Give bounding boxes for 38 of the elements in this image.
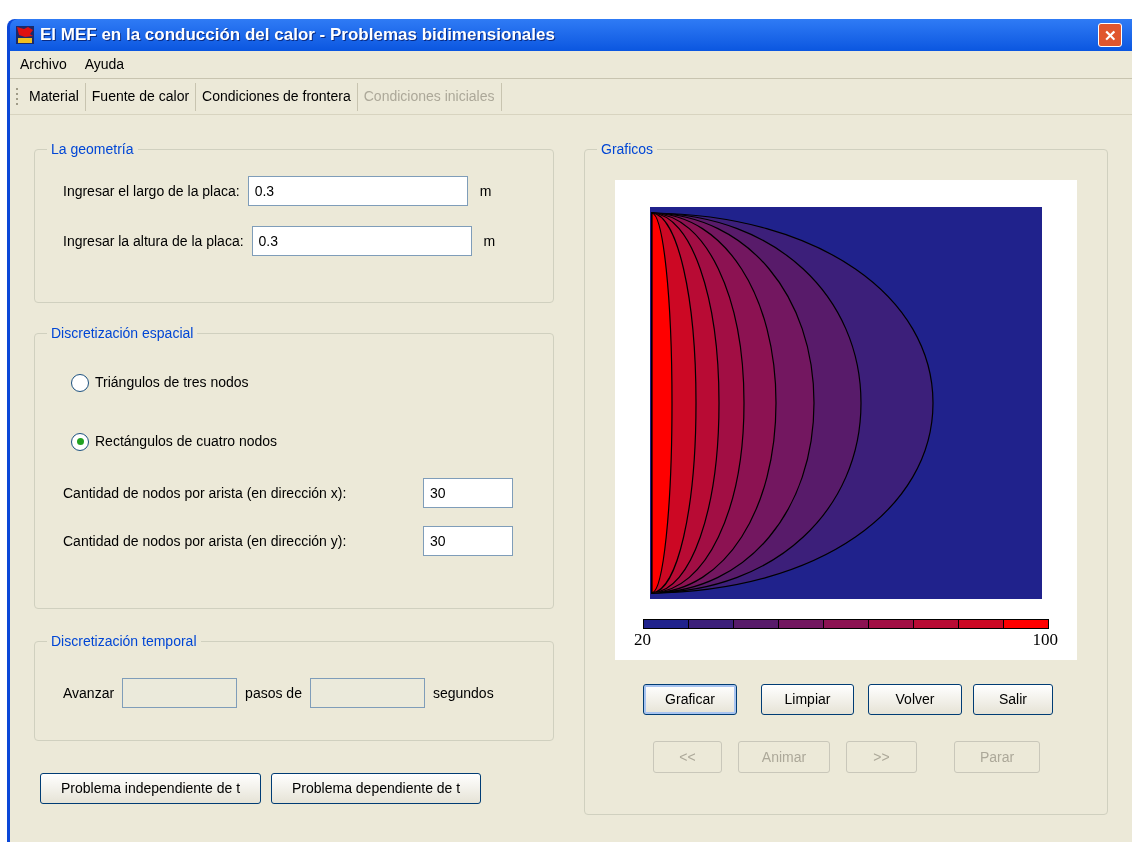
graph-button[interactable]: Limpiar [761,684,854,715]
toolbar-grip-icon[interactable] [16,86,19,107]
group-title: La geometría [50,140,135,159]
option-label: Rectángulos de cuatro nodos [95,432,278,451]
unit-label: m [483,231,496,251]
input-field[interactable]: 30 [423,478,513,508]
menu-item[interactable]: Ayuda [78,54,131,75]
field-label: pasos de [245,683,302,703]
toolbar-tab[interactable]: Fuente de calor [85,82,197,111]
graph-button[interactable]: Volver [868,684,962,715]
group-title: Discretización temporal [50,632,198,651]
toolbar-tab[interactable]: Condiciones de frontera [196,82,358,111]
field-label: Cantidad de nodos por arista (en dirección y): [63,531,348,551]
group-title: Discretización espacial [50,324,195,343]
field-label: Avanzar [63,683,115,703]
app-logo-icon [16,26,34,44]
window-title: El MEF en la conducción del calor - Problemas bidimensionales [40,24,555,47]
toolbar-tab[interactable]: Material [23,82,86,111]
group-title: Graficos [600,140,655,159]
problem-button[interactable]: Problema independiente de t [40,773,262,804]
field-label: Cantidad de nodos por arista (en dirección x): [63,483,348,503]
graph-button[interactable]: Salir [973,684,1053,715]
field-label: segundos [432,683,494,703]
field-label: Ingresar la altura de la placa: [63,231,244,251]
field-label: Ingresar el largo de la placa: [63,181,240,201]
scale-min-label: 20 [634,631,651,648]
problem-button[interactable]: Problema dependiente de t [271,773,482,804]
unit-label: m [479,181,492,201]
graph-button[interactable]: Graficar [643,684,737,715]
scale-max-label: 100 [1032,631,1058,648]
input-field[interactable]: 30 [423,526,513,556]
radio-button[interactable] [71,432,89,451]
option-label: Triángulos de tres nodos [95,373,249,392]
input-field[interactable]: 0.3 [251,226,472,256]
input-field[interactable]: 0.3 [247,176,468,206]
close-button[interactable]: ✕ [1098,23,1122,47]
menu-item[interactable]: Archivo [14,54,73,75]
radio-button[interactable] [71,373,89,392]
